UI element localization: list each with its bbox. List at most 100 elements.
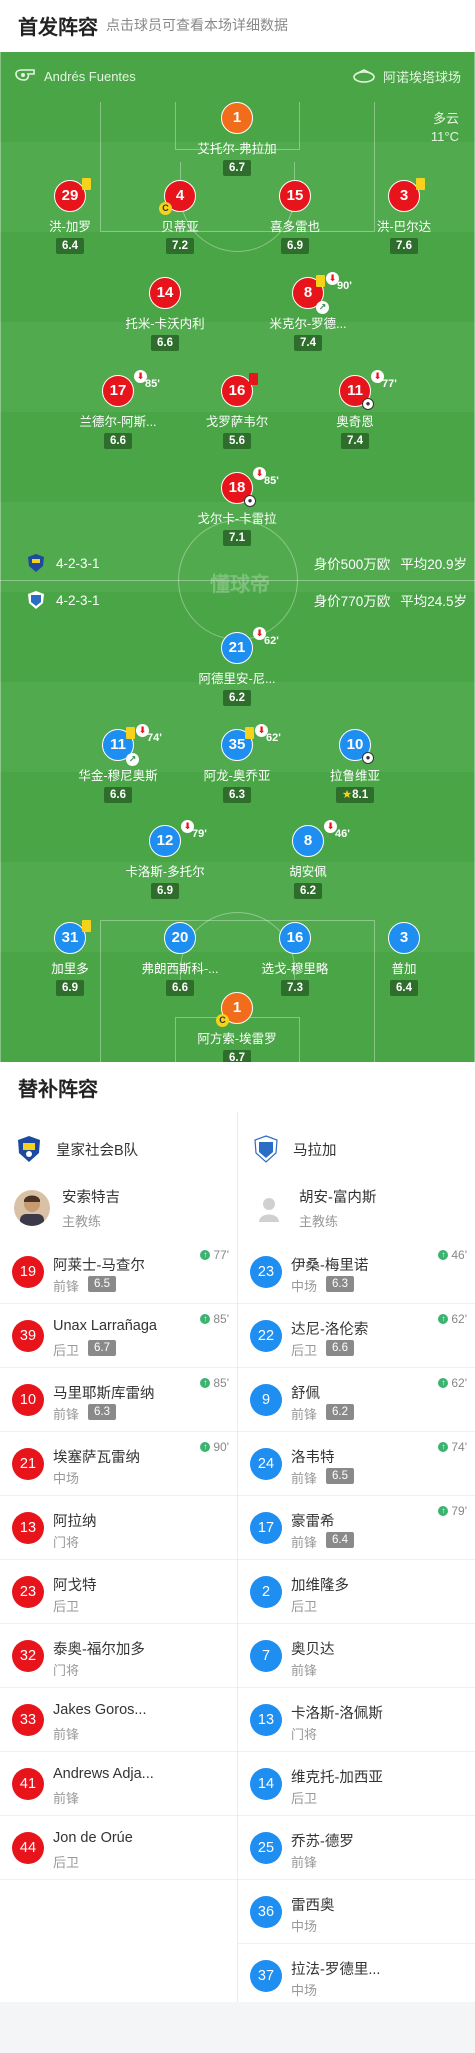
away-sub-row[interactable]: 25 乔苏-德罗 前锋 [238,1816,475,1880]
away-player-gk[interactable]: 1C 阿方索-埃雷罗 6.7 [182,992,292,1062]
sub-name: 舒佩 [291,1386,320,1402]
sub-position: 前锋 [291,1471,318,1486]
away-sub-row[interactable]: 22 达尼-洛伦索 后卫 6.6 ↑ 62' [238,1304,475,1368]
pitch: Andrés Fuentes 阿诺埃塔球场 多云 11°C 懂球帝 1 艾托尔-… [0,52,475,1062]
away-sub-row[interactable]: 7 奥贝达 前锋 [238,1624,475,1688]
home-player-dm2[interactable]: 8 ⬇ 90' ↗ 米克尔-罗德... 7.4 [253,272,363,351]
sub-number: 10 [12,1384,44,1416]
home-sub-row[interactable]: 13 阿拉纳 门将 [0,1496,237,1560]
away-player-dm1[interactable]: 12 ⬇ 79' 卡洛斯-多托尔 6.9 [110,820,220,899]
sub-in-minute: 79' [451,1504,467,1518]
weather-text: 多云 [432,111,459,126]
away-sub-row[interactable]: 37 拉法-罗德里... 中场 [238,1944,475,2008]
player-name: 托米-卡沃内利 [125,317,205,331]
yellow-card-icon [82,178,91,190]
sub-minute: 85' [264,475,279,487]
sub-name: 加维隆多 [291,1578,349,1594]
home-player-st[interactable]: 18 ⬇ 85' ● 戈尔卡-卡雷拉 7.1 [182,467,292,546]
home-player-dm1[interactable]: 14 托米-卡沃内利 6.6 [110,277,220,351]
sub-on-icon: ↑ [438,1378,449,1388]
sub-number: 22 [250,1320,282,1352]
home-sub-row[interactable]: 21 埃塞萨瓦雷纳 中场 ↑ 90' [0,1432,237,1496]
home-sub-row[interactable]: 10 马里耶斯库雷纳 前锋 6.3 ↑ 85' [0,1368,237,1432]
away-formation: 4-2-3-1 [56,592,100,608]
sub-number: 41 [12,1768,44,1800]
home-player-lb[interactable]: 29 洪-加罗 6.4 [15,178,125,254]
sub-in-indicator: ↑ 62' [438,1312,467,1326]
player-number: 20 [164,922,196,954]
sub-number: 24 [250,1448,282,1480]
home-sub-row[interactable]: 44 Jon de Orúe 后卫 [0,1816,237,1880]
sub-name: 阿拉纳 [53,1514,97,1530]
home-sub-row[interactable]: 23 阿戈特 后卫 [0,1560,237,1624]
home-team-header[interactable]: 皇家社会B队 [14,1118,138,1180]
sub-position: 中场 [291,1919,318,1934]
player-rating: 6.7 [223,1050,251,1062]
away-player-lw[interactable]: 11 ⬇ 74' ↗ 华金-穆尼奥斯 6.6 [63,724,173,803]
home-sub-row[interactable]: 19 阿莱士-马查尔 前锋 6.5 ↑ 77' [0,1240,237,1304]
home-sub-row[interactable]: 33 Jakes Goros... 前锋 [0,1688,237,1752]
whistle-icon [15,69,35,81]
player-name: 选戈-穆里略 [261,962,329,976]
away-player-rb[interactable]: 3 普加 6.4 [349,922,459,996]
player-rating: 6.7 [223,160,251,176]
player-rating: 6.3 [223,787,251,803]
away-coach[interactable]: 胡安-富内斯 主教练 [251,1176,376,1240]
away-sub-row[interactable]: 17 豪雷希 前锋 6.4 ↑ 79' [238,1496,475,1560]
home-coach[interactable]: 安索特吉 主教练 [14,1176,120,1240]
sub-in-minute: 46' [451,1248,467,1262]
sub-in-minute: 62' [451,1376,467,1390]
player-number: 31 [61,929,79,946]
away-player-rw[interactable]: 10 ● 拉鲁维亚 ★8.1 [300,729,410,803]
sub-name: 伊桑-梅里诺 [291,1258,369,1274]
player-rating: 6.9 [151,883,179,899]
away-team-header[interactable]: 马拉加 [251,1118,337,1180]
away-player-st[interactable]: 21 ⬇ 62' 阿德里安-尼... 6.2 [182,627,292,706]
home-player-cb1[interactable]: 4C 贝蒂亚 7.2 [125,180,235,254]
away-sub-row[interactable]: 14 维克托-加西亚 后卫 [238,1752,475,1816]
sub-name: 拉法-罗德里... [291,1962,381,1978]
home-sub-row[interactable]: 41 Andrews Adja... 前锋 [0,1752,237,1816]
away-sub-row[interactable]: 9 舒佩 前锋 6.2 ↑ 62' [238,1368,475,1432]
away-player-cb1[interactable]: 20 弗朗西斯科-... 6.6 [125,922,235,996]
player-name: 米克尔-罗德... [269,317,347,331]
away-sub-row[interactable]: 36 雷西奥 中场 [238,1880,475,1944]
away-player-cb2[interactable]: 16 选戈-穆里略 7.3 [240,922,350,996]
sub-number: 14 [250,1768,282,1800]
away-sub-row[interactable]: 23 伊桑-梅里诺 中场 6.3 ↑ 46' [238,1240,475,1304]
home-player-rb[interactable]: 3 洪-巴尔达 7.6 [349,178,459,254]
sub-in-indicator: ↑ 62' [438,1376,467,1390]
sub-in-indicator: ↑ 90' [200,1440,229,1454]
home-player-am[interactable]: 16 戈罗萨韦尔 5.6 [182,373,292,449]
away-player-am[interactable]: 35 ⬇ 62' 阿龙-奥乔亚 6.3 [182,724,292,803]
home-sub-row[interactable]: 39 Unax Larrañaga 后卫 6.7 ↑ 85' [0,1304,237,1368]
sub-position: 后卫 [53,1855,80,1870]
coach-role: 主教练 [299,1214,339,1229]
home-player-gk[interactable]: 1 艾托尔-弗拉加 6.7 [182,102,292,176]
away-player-dm2[interactable]: 8 ⬇ 46' 胡安佩 6.2 [253,820,363,899]
away-sub-row[interactable]: 24 洛韦特 前锋 6.5 ↑ 74' [238,1432,475,1496]
sub-in-indicator: ↑ 46' [438,1248,467,1262]
player-number: 29 [61,187,79,204]
away-sub-row[interactable]: 13 卡洛斯-洛佩斯 门将 [238,1688,475,1752]
player-number: 1 [221,102,253,134]
home-sub-row[interactable]: 32 泰奥-福尔加多 门将 [0,1624,237,1688]
yellow-card-icon [416,178,425,190]
away-sub-row[interactable]: 2 加维隆多 后卫 [238,1560,475,1624]
player-number: 4 [175,187,185,204]
home-player-rw[interactable]: 11 ⬇ 77' ● 奥奇恩 7.4 [300,370,410,449]
away-avg-age: 平均24.5岁 [400,594,467,609]
home-team-info: 4-2-3-1 身价500万欧 平均20.9岁 [0,552,475,574]
sub-name: 卡洛斯-洛佩斯 [291,1706,383,1722]
sub-name: 雷西奥 [291,1898,335,1914]
home-player-cb2[interactable]: 15 喜多雷也 6.9 [240,180,350,254]
home-player-lw[interactable]: 17 ⬇ 85' 兰德尔-阿斯... 6.6 [63,370,173,449]
sub-rating: 6.5 [88,1276,116,1292]
sub-on-icon: ↑ [438,1250,449,1260]
away-player-lb[interactable]: 31 加里多 6.9 [15,920,125,996]
sub-name: 洛韦特 [291,1450,335,1466]
player-number: 15 [279,180,311,212]
sub-position: 门将 [53,1663,80,1678]
home-team-name: 皇家社会B队 [56,1142,139,1159]
player-number: 8 [303,832,313,849]
